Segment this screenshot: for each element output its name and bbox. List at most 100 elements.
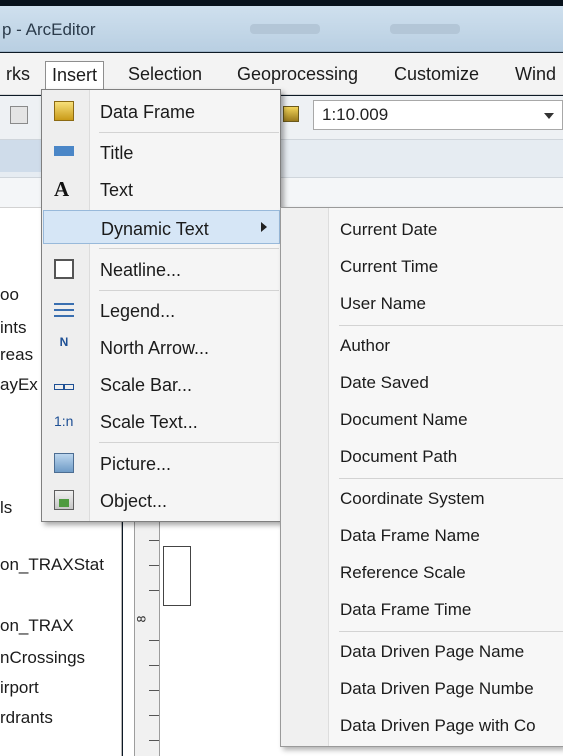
menu-item-label: Object...: [100, 491, 168, 511]
menu-separator: [339, 325, 563, 326]
menu-item-label: Legend...: [100, 301, 176, 321]
toc-layer-item[interactable]: ints: [0, 318, 26, 338]
menu-item-text[interactable]: A Text: [43, 172, 280, 206]
menu-item-data-frame[interactable]: Data Frame: [43, 94, 280, 128]
text-icon: A: [54, 177, 70, 201]
menu-item-object[interactable]: Object...: [43, 483, 280, 517]
toc-layer-item[interactable]: irport: [0, 678, 39, 698]
toc-layer-item[interactable]: oo: [0, 285, 19, 305]
menu-item-label: Text: [100, 180, 134, 200]
menu-item-scale-bar[interactable]: Scale Bar...: [43, 367, 280, 401]
menu-item-data-frame-time[interactable]: Data Frame Time: [340, 600, 471, 620]
menu-item-north-arrow[interactable]: N North Arrow...: [43, 330, 280, 364]
menu-separator: [339, 478, 563, 479]
menu-item-picture[interactable]: Picture...: [43, 446, 280, 480]
neatline-icon: [54, 259, 74, 279]
menu-item-data-frame-name[interactable]: Data Frame Name: [340, 526, 480, 546]
menu-item-reference-scale[interactable]: Reference Scale: [340, 563, 466, 583]
menu-item-date-saved[interactable]: Date Saved: [340, 373, 429, 393]
ruler-tick: [149, 640, 159, 641]
toc-header-band: [0, 140, 45, 172]
object-icon-mark: [59, 499, 69, 507]
menu-item-label: Neatline...: [100, 260, 182, 280]
menu-item-author[interactable]: Author: [340, 336, 390, 356]
toc-layer-item[interactable]: on_TRAXStat: [0, 555, 104, 575]
ruler-tick: [149, 665, 159, 666]
menu-bookmarks[interactable]: rks: [0, 61, 36, 89]
menu-item-label: Scale Bar...: [100, 375, 193, 395]
menu-separator: [339, 631, 563, 632]
menu-item-label: North Arrow...: [100, 338, 210, 358]
legend-icon-line: [54, 309, 74, 311]
ruler-tick: [149, 740, 159, 741]
title-bar-blur: [390, 24, 460, 34]
title-bar: p - ArcEditor: [0, 6, 563, 52]
dynamic-text-submenu: Current Date Current Time User Name Auth…: [280, 207, 563, 747]
menu-item-ddp-with-count[interactable]: Data Driven Page with Co: [340, 716, 536, 736]
menu-separator: [99, 132, 279, 133]
menu-item-label: Title: [100, 143, 134, 163]
toc-layer-item[interactable]: nCrossings: [0, 648, 85, 668]
ruler-tick: [149, 690, 159, 691]
object-icon: [54, 490, 74, 510]
toolbar-button-icon[interactable]: [10, 106, 28, 124]
menu-separator: [99, 442, 279, 443]
menu-item-document-name[interactable]: Document Name: [340, 410, 468, 430]
scale-text-icon: 1:n: [54, 413, 74, 429]
vertical-ruler: 8: [134, 520, 160, 756]
menu-item-user-name[interactable]: User Name: [340, 294, 426, 314]
menu-item-document-path[interactable]: Document Path: [340, 447, 457, 467]
menu-icon-gutter: [281, 208, 329, 746]
menu-item-current-time[interactable]: Current Time: [340, 257, 438, 277]
menu-item-label: Data Frame: [100, 102, 196, 122]
menu-item-neatline[interactable]: Neatline...: [43, 252, 280, 286]
toc-layer-item[interactable]: reas: [0, 345, 33, 365]
layout-element[interactable]: [163, 546, 191, 606]
toc-layer-item[interactable]: rdrants: [0, 708, 53, 728]
add-data-icon[interactable]: [283, 106, 299, 122]
north-arrow-icon: N: [59, 335, 69, 349]
menu-customize[interactable]: Customize: [388, 61, 485, 89]
title-bar-blur: [250, 24, 320, 34]
ruler-tick: [149, 565, 159, 566]
menu-item-label: Scale Text...: [100, 412, 198, 432]
insert-menu: Data Frame Title A Text Dynamic Text Nea…: [41, 89, 281, 522]
picture-icon: [54, 453, 74, 473]
legend-icon-line: [54, 315, 74, 317]
toc-layer-item[interactable]: on_TRAX: [0, 616, 74, 636]
menu-separator: [99, 248, 279, 249]
menu-item-label: Dynamic Text: [101, 219, 209, 239]
map-scale-value: 1:10.009: [322, 105, 389, 124]
window-title: p - ArcEditor: [2, 20, 96, 39]
title-icon-bar: [54, 146, 74, 156]
ruler-tick: [149, 590, 159, 591]
chevron-down-icon[interactable]: [544, 113, 554, 119]
ruler-label: 8: [134, 615, 149, 623]
toc-layer-item[interactable]: ls: [0, 498, 12, 518]
toc-layer-item[interactable]: ayEx: [0, 375, 38, 395]
legend-icon-line: [54, 303, 74, 305]
scale-bar-segment: [54, 384, 64, 390]
data-frame-icon: [54, 101, 74, 121]
ruler-tick: [149, 540, 159, 541]
menu-item-scale-text[interactable]: 1:n Scale Text...: [43, 404, 280, 438]
menu-item-dynamic-text[interactable]: Dynamic Text: [43, 210, 280, 244]
title-icon: [54, 142, 74, 162]
map-scale-combobox[interactable]: 1:10.009: [313, 100, 563, 130]
chevron-right-icon: [261, 222, 267, 232]
menu-item-legend[interactable]: Legend...: [43, 293, 280, 327]
menu-item-coordinate-system[interactable]: Coordinate System: [340, 489, 485, 509]
menu-item-current-date[interactable]: Current Date: [340, 220, 437, 240]
legend-icon: [54, 300, 74, 320]
menu-selection[interactable]: Selection: [122, 61, 208, 89]
menu-item-ddp-name[interactable]: Data Driven Page Name: [340, 642, 524, 662]
menu-item-ddp-number[interactable]: Data Driven Page Numbe: [340, 679, 534, 699]
menu-geoprocessing[interactable]: Geoprocessing: [231, 61, 364, 89]
scale-bar-segment: [64, 384, 74, 390]
menu-item-title[interactable]: Title: [43, 135, 280, 169]
menu-separator: [99, 290, 279, 291]
ruler-tick: [149, 715, 159, 716]
menu-windows[interactable]: Wind: [509, 61, 562, 89]
scale-bar-icon: [54, 374, 74, 394]
menu-item-label: Picture...: [100, 454, 172, 474]
